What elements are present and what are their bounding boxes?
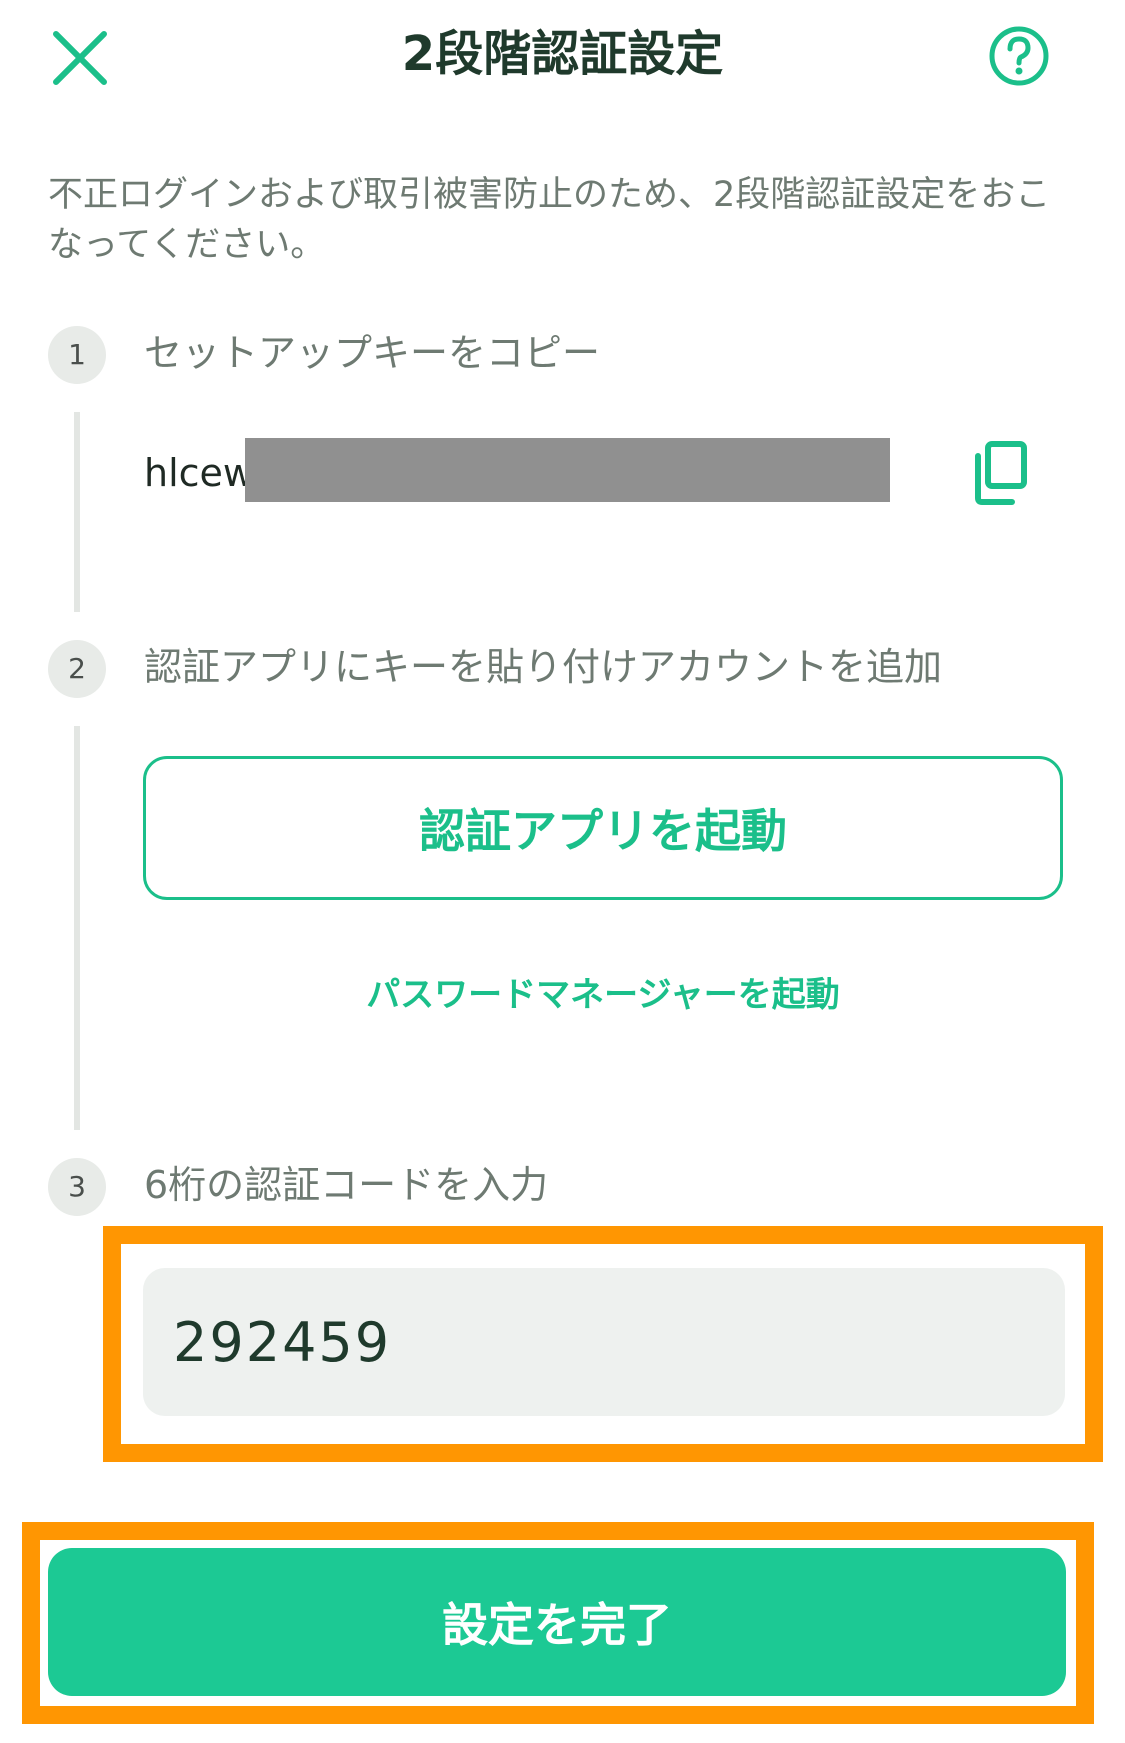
step-number-2: 2	[48, 640, 106, 698]
intro-text: 不正ログインおよび取引被害防止のため、2段階認証設定をおこなってください。	[48, 175, 1051, 265]
step-number-1: 1	[48, 326, 106, 384]
step-label-2: 認証アプリにキーを貼り付けアカウントを追加	[144, 645, 943, 689]
copy-key-button[interactable]	[970, 440, 1030, 506]
step-number-3: 3	[48, 1158, 106, 1216]
page-title: 2段階認証設定	[401, 26, 724, 82]
question-icon	[989, 26, 1049, 86]
step-label-1: セットアップキーをコピー	[144, 331, 601, 375]
step-connector-2	[74, 726, 80, 1130]
help-button[interactable]	[987, 24, 1051, 88]
complete-setup-button[interactable]: 設定を完了	[48, 1548, 1066, 1696]
setup-key-redaction	[245, 438, 890, 502]
launch-password-manager-link[interactable]: パスワードマネージャーを起動	[143, 970, 1063, 1020]
setup-key-text: hlcew	[144, 451, 254, 495]
copy-icon	[975, 441, 1027, 505]
step-label-3: 6桁の認証コードを入力	[144, 1163, 549, 1207]
verification-code-input[interactable]	[143, 1268, 1065, 1416]
launch-auth-app-button[interactable]: 認証アプリを起動	[143, 756, 1063, 900]
step-connector-1	[74, 412, 80, 612]
